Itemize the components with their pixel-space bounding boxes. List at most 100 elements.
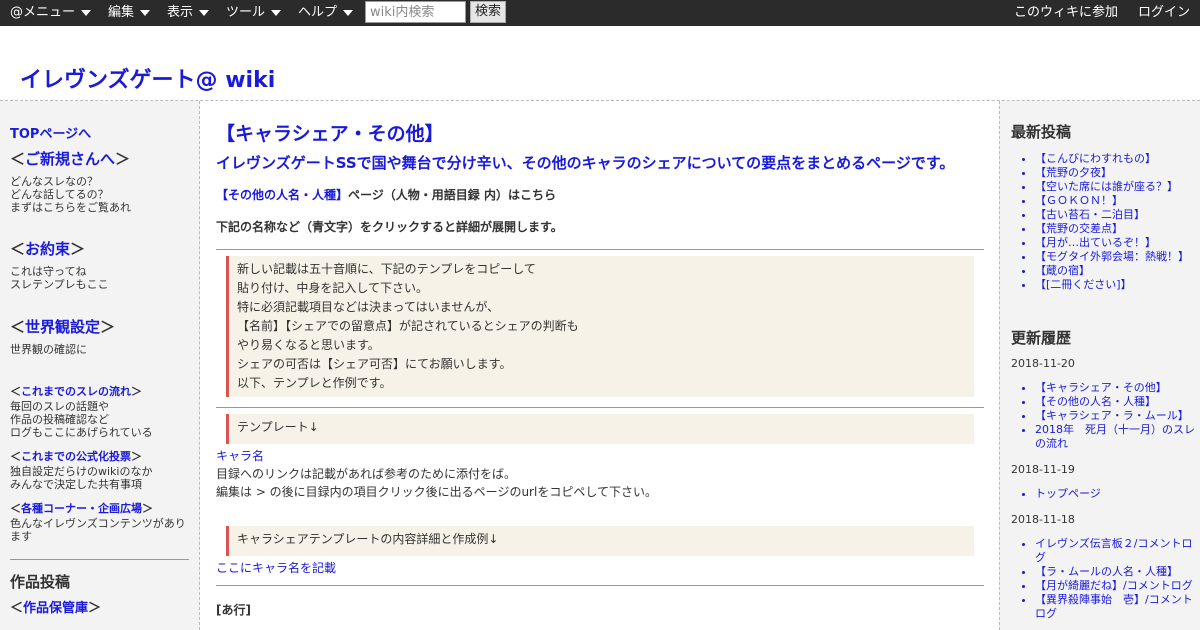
- history-link[interactable]: イレヴンズ伝言板２/コメントログ: [1035, 537, 1193, 564]
- top-page-link[interactable]: TOPページへ: [10, 123, 91, 142]
- flow-section: ＜これまでのスレの流れ＞ 毎回のスレの話題や 作品の投稿確認など ログもここにあ…: [10, 383, 190, 439]
- rules-heading: ＜お約束＞: [10, 240, 86, 258]
- desc-line: 独自設定だらけのwikiのなか: [10, 465, 153, 478]
- list-item[interactable]: 【キャラシェア・その他】: [1035, 381, 1195, 395]
- notice-line: 新しい記載は五十音順に、下記のテンプレをコピーして: [237, 262, 536, 276]
- archive-link[interactable]: 作品保管庫: [23, 601, 88, 616]
- archive-heading: ＜作品保管庫＞: [10, 601, 102, 616]
- rules-link[interactable]: お約束: [25, 240, 70, 258]
- desc-line: みんなで決定した共有事項: [10, 478, 142, 491]
- chara-name-placeholder-link[interactable]: ここにキャラ名を記載: [216, 561, 336, 575]
- list-item[interactable]: トップページ: [1035, 487, 1195, 501]
- desc-line: これは守ってね: [10, 265, 87, 278]
- history-link[interactable]: 2018年 死月（十一月）のスレの流れ: [1035, 423, 1195, 450]
- divider: [216, 407, 984, 408]
- join-wiki-link[interactable]: このウィキに参加: [1014, 0, 1118, 26]
- site-title[interactable]: イレヴンズゲート@ wiki: [20, 62, 275, 94]
- history-link[interactable]: 【月が綺麗だね】/コメントログ: [1035, 579, 1193, 592]
- edit-menu-label: 編集: [108, 5, 135, 20]
- names-page-suffix: ページ（人物・用語目録 内）はこちら: [348, 188, 556, 202]
- list-item[interactable]: 【ラ・ムールの人名・人種】: [1035, 565, 1195, 579]
- list-item[interactable]: 【こんびにわすれもの】: [1035, 152, 1195, 166]
- list-item[interactable]: 2018年 死月（十一月）のスレの流れ: [1035, 423, 1195, 451]
- latest-post-link[interactable]: 【荒野の交差点】: [1035, 222, 1123, 235]
- list-item[interactable]: 【荒野の交差点】: [1035, 222, 1195, 236]
- tools-menu[interactable]: ツール: [226, 0, 282, 26]
- latest-post-link[interactable]: 【古い苔石・二泊目】: [1035, 208, 1145, 221]
- notice-box: 新しい記載は五十音順に、下記のテンプレをコピーして 貼り付け、中身を記入して下さ…: [226, 256, 974, 397]
- chara-name-link[interactable]: キャラ名: [216, 449, 264, 463]
- sidebar-divider: [10, 559, 189, 560]
- history-date: 2018-11-20: [1011, 357, 1075, 370]
- at-menu[interactable]: @メニュー: [10, 0, 92, 26]
- list-item[interactable]: 【古い苔石・二泊目】: [1035, 208, 1195, 222]
- world-section: ＜世界観設定＞ 世界観の確認に: [10, 316, 190, 356]
- chevron-down-icon: [271, 9, 282, 16]
- at-menu-label: @メニュー: [10, 5, 76, 20]
- history-link[interactable]: 【異界殺陣事始 壱】/コメントログ: [1035, 593, 1193, 620]
- list-item[interactable]: 【キャラシェア・ラ・ムール】: [1035, 409, 1195, 423]
- latest-post-link[interactable]: 【空いた席には誰が座る？】: [1035, 180, 1178, 193]
- latest-post-link[interactable]: 【ＧＯＫＯＮ！】: [1035, 194, 1123, 207]
- latest-post-link[interactable]: 【月が…出ているぞ！】: [1035, 236, 1156, 249]
- right-sidebar: 最新投稿 【こんびにわすれもの】 【荒野の夕夜】 【空いた席には誰が座る？】 【…: [999, 101, 1200, 630]
- desc-line: まずはこちらをご覧あれ: [10, 201, 131, 214]
- wiki-search-input[interactable]: [365, 1, 466, 23]
- page-title: 【キャラシェア・その他】: [216, 123, 444, 145]
- chevron-down-icon: [81, 9, 92, 16]
- login-link[interactable]: ログイン: [1138, 0, 1190, 26]
- history-link[interactable]: 【その他の人名・人種】: [1035, 395, 1156, 408]
- list-item[interactable]: 【月が…出ているぞ！】: [1035, 236, 1195, 250]
- works-heading: 作品投稿: [10, 573, 71, 591]
- list-item[interactable]: 【蔵の宿】: [1035, 264, 1195, 278]
- flow-heading: ＜これまでのスレの流れ＞: [10, 385, 142, 398]
- view-menu-label: 表示: [167, 5, 194, 20]
- desc-line: ます: [10, 530, 32, 543]
- votes-section: ＜これまでの公式化投票＞ 独自設定だらけのwikiのなか みんなで決定した共有事…: [10, 448, 190, 491]
- list-item[interactable]: 【異界殺陣事始 壱】/コメントログ: [1035, 593, 1195, 621]
- help-menu-label: ヘルプ: [298, 5, 338, 20]
- search-button[interactable]: 検索: [470, 1, 506, 23]
- list-item[interactable]: 【モグタイ外郭会場：熱戦！】: [1035, 250, 1195, 264]
- flow-desc: 毎回のスレの話題や 作品の投稿確認など ログもここにあげられている: [10, 400, 190, 439]
- click-instruction: 下記の名称など（青文字）をクリックすると詳細が展開します。: [216, 220, 563, 234]
- main-content: 【キャラシェア・その他】 イレヴンズゲートSSで国や舞台で分け辛い、その他のキャ…: [216, 101, 984, 630]
- latest-post-link[interactable]: 【モグタイ外郭会場：熱戦！】: [1035, 250, 1189, 263]
- list-item[interactable]: 【[二冊ください]】: [1035, 278, 1195, 292]
- notice-line: シェアの可否は【シェア可否】にてお願いします。: [237, 357, 512, 371]
- edit-menu[interactable]: 編集: [108, 0, 151, 26]
- flow-link[interactable]: これまでのスレの流れ: [21, 385, 131, 398]
- votes-link[interactable]: これまでの公式化投票: [21, 450, 131, 463]
- notice-line: 特に必須記載項目などは決まってはいませんが、: [237, 300, 500, 314]
- latest-post-link[interactable]: 【こんびにわすれもの】: [1035, 152, 1156, 165]
- help-menu[interactable]: ヘルプ: [298, 0, 354, 26]
- names-page-link[interactable]: 【その他の人名・人種】: [216, 188, 348, 202]
- desc-line: 世界観の確認に: [10, 343, 87, 356]
- latest-post-link[interactable]: 【[二冊ください]】: [1035, 278, 1132, 291]
- template-line: 編集は > の後に目録内の項目クリック後に出るページのurlをコピペして下さい。: [216, 485, 657, 499]
- list-item[interactable]: 【月が綺麗だね】/コメントログ: [1035, 579, 1195, 593]
- world-link[interactable]: 世界観設定: [25, 318, 100, 336]
- history-link[interactable]: 【キャラシェア・その他】: [1035, 381, 1167, 394]
- list-item[interactable]: 【荒野の夕夜】: [1035, 166, 1195, 180]
- section-a-heading: [あ行]: [216, 603, 251, 617]
- names-page-line: 【その他の人名・人種】ページ（人物・用語目録 内）はこちら: [216, 186, 556, 203]
- latest-post-link[interactable]: 【荒野の夕夜】: [1035, 166, 1112, 179]
- newcomer-link[interactable]: ご新規さんへ: [25, 150, 115, 168]
- detail-label: キャラシェアテンプレートの内容詳細と作成例↓: [237, 532, 499, 546]
- list-item[interactable]: 【空いた席には誰が座る？】: [1035, 180, 1195, 194]
- desc-line: スレテンプレもここ: [10, 278, 109, 291]
- history-link[interactable]: 【キャラシェア・ラ・ムール】: [1035, 409, 1189, 422]
- history-link[interactable]: トップページ: [1035, 487, 1101, 500]
- history-link[interactable]: 【ラ・ムールの人名・人種】: [1035, 565, 1178, 578]
- detail-box: キャラシェアテンプレートの内容詳細と作成例↓: [226, 526, 974, 556]
- view-menu[interactable]: 表示: [167, 0, 210, 26]
- corners-link[interactable]: 各種コーナー・企画広場: [21, 502, 142, 515]
- list-item[interactable]: 【ＧＯＫＯＮ！】: [1035, 194, 1195, 208]
- corners-heading: ＜各種コーナー・企画広場＞: [10, 502, 153, 515]
- notice-line: 【名前】【シェアでの留意点】が記されているとシェアの判断も: [237, 319, 579, 333]
- list-item[interactable]: 【その他の人名・人種】: [1035, 395, 1195, 409]
- list-item[interactable]: イレヴンズ伝言板２/コメントログ: [1035, 537, 1195, 565]
- history-list: トップページ: [1035, 487, 1195, 501]
- latest-post-link[interactable]: 【蔵の宿】: [1035, 264, 1090, 277]
